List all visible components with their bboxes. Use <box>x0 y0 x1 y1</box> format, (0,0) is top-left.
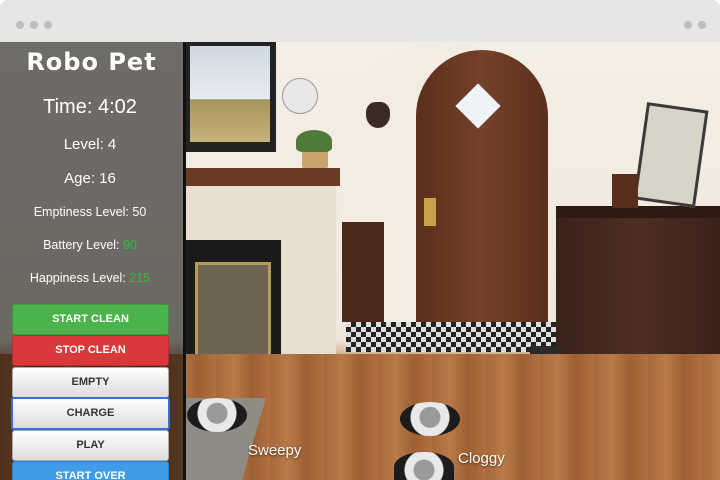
play-button[interactable]: PLAY <box>12 430 169 461</box>
charge-button[interactable]: CHARGE <box>11 397 170 430</box>
empty-button[interactable]: EMPTY <box>12 367 169 398</box>
sidebar-divider <box>183 42 186 480</box>
window-dot-icon[interactable] <box>16 21 24 29</box>
robot-third[interactable] <box>394 452 454 480</box>
start-clean-button[interactable]: START CLEAN <box>12 304 169 335</box>
start-over-button[interactable]: START OVER <box>12 461 169 480</box>
window-dot-icon[interactable] <box>698 21 706 29</box>
title-bar <box>0 0 720 42</box>
robot-cloggy[interactable] <box>400 402 460 436</box>
happiness-value: 215 <box>129 271 151 285</box>
emptiness-display: Emptiness Level: 50 <box>33 205 147 219</box>
window-dot-icon[interactable] <box>44 21 52 29</box>
robot-sweepy[interactable] <box>187 398 247 432</box>
battery-display: Battery Level: 90 <box>0 238 180 252</box>
browser-window: Sweepy Cloggy Robo Pet Time: 4:02 Level:… <box>0 0 720 480</box>
window-dot-icon[interactable] <box>684 21 692 29</box>
deer-mount <box>366 102 390 128</box>
stats-sidebar: Robo Pet Time: 4:02 Level: 4 Age: 16 Emp… <box>0 42 186 480</box>
happiness-label: Happiness Level: <box>29 271 130 285</box>
wall-lamp <box>282 78 318 114</box>
framed-photo <box>633 102 709 208</box>
time-display: Time: 4:02 <box>43 96 137 118</box>
plant-pot <box>302 150 328 168</box>
battery-value: 90 <box>123 238 137 252</box>
side-table <box>342 222 384 322</box>
plant <box>296 130 332 152</box>
level-display: Level: 4 <box>63 136 117 153</box>
stop-clean-button[interactable]: STOP CLEAN <box>12 335 169 366</box>
door-handle[interactable] <box>424 198 436 226</box>
landscape-picture <box>190 46 270 142</box>
fireplace-screen <box>195 262 271 360</box>
window-dot-icon[interactable] <box>30 21 38 29</box>
happiness-display: Happiness Level: 215 <box>0 271 180 285</box>
tile-floor <box>346 322 558 352</box>
dresser-top <box>556 206 720 218</box>
robot-name-cloggy: Cloggy <box>458 450 505 467</box>
battery-label: Battery Level: <box>43 238 123 252</box>
age-display: Age: 16 <box>64 170 116 187</box>
mantel <box>186 168 340 186</box>
robot-name-sweepy: Sweepy <box>248 442 302 459</box>
app-title: Robo Pet <box>26 48 157 76</box>
wood-clock <box>612 174 638 208</box>
